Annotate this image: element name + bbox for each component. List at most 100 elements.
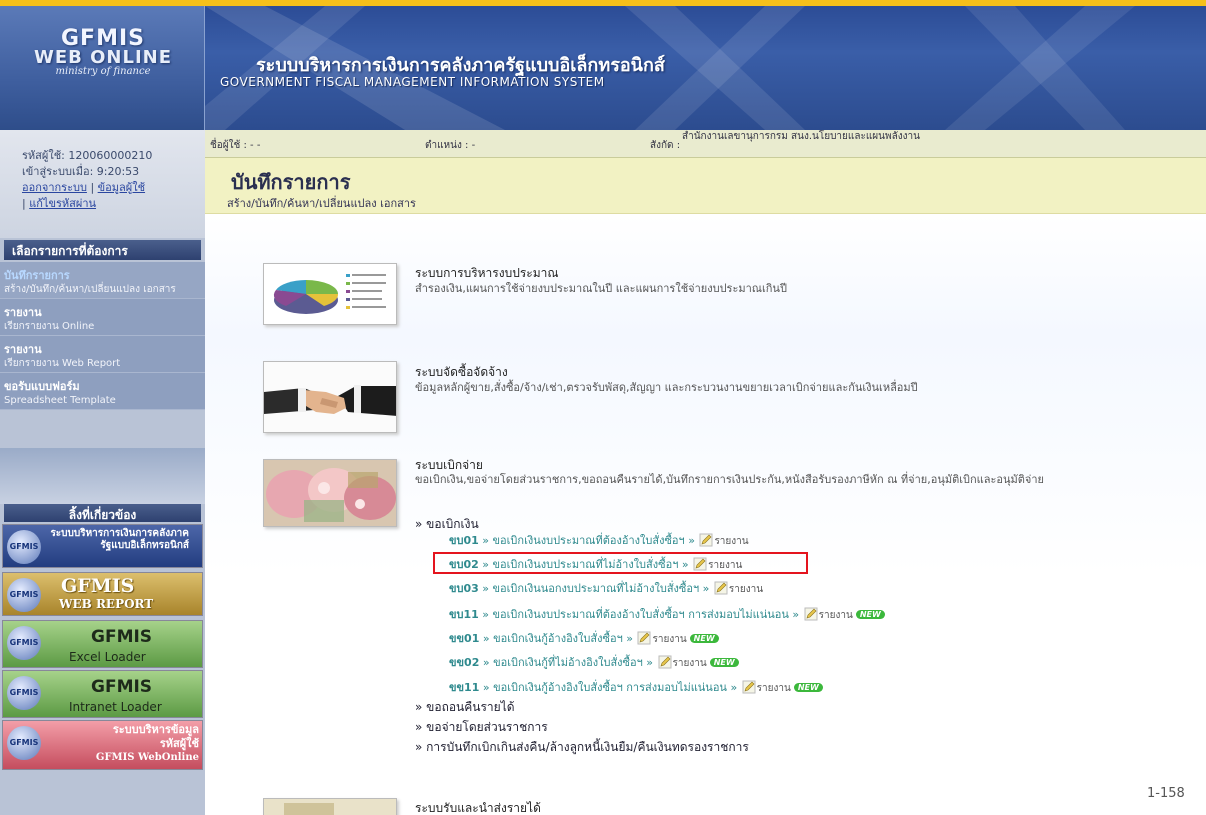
doc-code: ขบ11 [449,608,479,621]
gfmis-intranet-loader-banner[interactable]: GFMIS GFMIS Intranet Loader [2,670,203,718]
doc-code: ขข11 [449,681,480,694]
sidebar-item-record[interactable]: บันทึกรายการ สร้าง/บันทึก/ค้นหา/เปลี่ยนแ… [0,262,205,299]
main-content: บันทึกรายการ สร้าง/บันทึก/ค้นหา/เปลี่ยนแ… [205,158,1206,815]
procurement-system-thumbnail[interactable] [263,361,397,433]
new-badge-icon: NEW [855,610,885,619]
gfmis-emblem-icon: GFMIS [7,726,41,760]
budget-system-thumbnail[interactable] [263,263,397,325]
handshake-icon [264,362,396,432]
report-link[interactable]: รายงาน [714,536,748,547]
banner-label-line: GFMIS WebOnline [95,752,199,763]
link-kb03[interactable]: ขบ03 » ขอเบิกเงินนอกงบประมาณที่ไม่อ้างใบ… [449,579,763,597]
related-links-header: ลิ้งที่เกี่ยวข้อง [4,504,201,522]
sidebar-spacer [0,448,205,504]
banner-label-line: รหัสผู้ใช้ [159,737,199,750]
report-link[interactable]: รายงาน [652,634,686,645]
sidebar-item-title: ขอรับแบบฟอร์ม [4,380,80,393]
sidebar-menu: บันทึกรายการ สร้าง/บันทึก/ค้นหา/เปลี่ยนแ… [0,262,205,410]
sidebar-item-report-web[interactable]: รายงาน เรียกรายงาน Web Report [0,336,205,373]
sidebar-item-sub: สร้าง/บันทึก/ค้นหา/เปลี่ยนแปลง เอกสาร [4,284,176,295]
revenue-image-icon [264,799,396,815]
banner-label: Excel Loader [69,650,146,664]
edit-pencil-icon[interactable] [714,581,728,595]
agency-payment-link[interactable]: » ขอจ่ายโดยส่วนราชการ [415,718,548,737]
gfmis-emblem-icon: GFMIS [7,676,41,710]
page-subtitle: สร้าง/บันทึก/ค้นหา/เปลี่ยนแปลง เอกสาร [227,197,416,210]
gfmis-excel-loader-banner[interactable]: GFMIS GFMIS Excel Loader [2,620,203,668]
user-position-field: ตำแหน่ง : - [425,140,476,151]
system-title-english: GOVERNMENT FISCAL MANAGEMENT INFORMATION… [220,75,605,89]
doc-code: ขข01 [449,632,480,645]
link-kb01[interactable]: ขบ01 » ขอเบิกเงินงบประมาณที่ต้องอ้างใบสั… [449,531,749,549]
link-kk01[interactable]: ขข01 » ขอเบิกเงินกู้อ้างอิงใบสั่งซื้อฯ »… [449,629,719,647]
edit-pencil-icon[interactable] [742,680,756,694]
session-info: รหัสผู้ใช้: 120060000210 เข้าสู่ระบบเมื่… [0,130,205,238]
logout-link[interactable]: ออกจากระบบ [22,181,87,194]
sidebar: รหัสผู้ใช้: 120060000210 เข้าสู่ระบบเมื่… [0,130,205,815]
revenue-refund-link[interactable]: » ขอถอนคืนรายได้ [415,698,515,717]
logo-line-2: WEB ONLINE [33,47,173,68]
gfmis-emblem-icon: GFMIS [7,530,41,564]
change-password-link[interactable]: แก้ไขรหัสผ่าน [29,197,96,210]
banner-label-line: ระบบบริหารข้อมูล [112,723,199,736]
sidebar-item-title: บันทึกรายการ [4,269,70,282]
link-kk02[interactable]: ขข02 » ขอเบิกเงินกู้ที่ไม่อ้างอิงใบสั่งซ… [449,653,739,671]
disbursement-system-thumbnail[interactable] [263,459,397,527]
user-info-strip: ชื่อผู้ใช้ : - - ตำแหน่ง : - สังกัด : สำ… [205,130,1206,158]
doc-desc: » ขอเบิกเงินงบประมาณที่ต้องอ้างใบสั่งซื้… [478,608,803,621]
new-badge-icon: NEW [689,634,719,643]
pie-chart-icon [264,264,396,324]
edit-pencil-icon[interactable] [637,631,651,645]
report-link[interactable]: รายงาน [757,683,791,694]
gfmis-system-banner[interactable]: GFMIS ระบบบริหารการเงินการคลังภาครัฐแบบอ… [2,524,203,568]
edit-pencil-icon[interactable] [804,607,818,621]
gfmis-web-report-banner[interactable]: GFMIS GFMIS WEB REPORT [2,572,203,616]
sidebar-item-report-online[interactable]: รายงาน เรียกรายงาน Online [0,299,205,336]
sidebar-item-form-template[interactable]: ขอรับแบบฟอร์ม Spreadsheet Template [0,373,205,410]
app-header: GFMIS WEB ONLINE ministry of finance ระบ… [0,0,1206,130]
banner-label: GFMIS [91,677,153,697]
page-number: 1-158 [1147,786,1185,801]
report-link[interactable]: รายงาน [729,584,763,595]
user-info-link[interactable]: ข้อมูลผู้ใช้ [98,181,145,194]
banner-label: ระบบบริหารข้อมูล รหัสผู้ใช้ GFMIS WebOnl… [49,723,199,765]
doc-desc: » ขอเบิกเงินกู้ที่ไม่อ้างอิงใบสั่งซื้อฯ … [479,656,657,669]
highlight-box [433,552,808,574]
report-link[interactable]: รายงาน [819,610,853,621]
banner-label: Intranet Loader [69,700,162,714]
menu-header: เลือกรายการที่ต้องการ [4,240,201,260]
flower-money-icon [264,460,396,526]
doc-desc: » ขอเบิกเงินกู้อ้างอิงใบสั่งซื้อฯ » [479,632,637,645]
user-org-label: สังกัด : [650,140,681,151]
sidebar-item-sub: เรียกรายงาน Online [4,321,95,332]
doc-desc: » ขอเบิกเงินงบประมาณที่ต้องอ้างใบสั่งซื้… [478,534,699,547]
banner-label: WEB REPORT [59,597,154,611]
page-header: บันทึกรายการ สร้าง/บันทึก/ค้นหา/เปลี่ยนแ… [205,158,1206,214]
gfmis-logo[interactable]: GFMIS WEB ONLINE ministry of finance [0,6,205,130]
disbursement-system-desc: ขอเบิกเงิน,ขอจ่ายโดยส่วนราชการ,ขอถอนคืนร… [415,473,1044,486]
procurement-system-desc: ข้อมูลหลักผู้ขาย,สั่งซื้อ/จ้าง/เช่า,ตรวจ… [415,381,918,394]
link-kk11[interactable]: ขข11 » ขอเบิกเงินกู้อ้างอิงใบสั่งซื้อฯ ก… [449,678,823,696]
link-kb11[interactable]: ขบ11 » ขอเบิกเงินงบประมาณที่ต้องอ้างใบสั… [449,605,885,623]
overpayment-record-link[interactable]: » การบันทึกเบิกเกินส่งคืน/ล้างลูกหนี้เงิ… [415,738,749,757]
revenue-system-title[interactable]: ระบบรับและนำส่งรายได้ [415,799,541,815]
user-org-value: สำนักงานเลขานุการกรม สนง.นโยบายและแผนพลั… [682,131,920,142]
edit-pencil-icon[interactable] [699,533,713,547]
login-time: เข้าสู่ระบบเมื่อ: 9:20:53 [22,165,140,178]
banner-label: ระบบบริหารการเงินการคลังภาครัฐแบบอิเล็กท… [50,528,189,551]
sidebar-item-title: รายงาน [4,306,42,319]
sidebar-item-sub: Spreadsheet Template [4,395,116,406]
banner-label: GFMIS [61,575,135,597]
report-link[interactable]: รายงาน [673,658,707,669]
doc-desc: » ขอเบิกเงินนอกงบประมาณที่ไม่อ้างใบสั่งซ… [478,582,713,595]
edit-pencil-icon[interactable] [658,655,672,669]
gfmis-user-management-banner[interactable]: GFMIS ระบบบริหารข้อมูล รหัสผู้ใช้ GFMIS … [2,720,203,770]
user-id: รหัสผู้ใช้: 120060000210 [22,149,153,162]
banner-label: GFMIS [91,627,153,647]
sidebar-item-sub: เรียกรายงาน Web Report [4,358,121,369]
sidebar-item-title: รายงาน [4,343,42,356]
revenue-system-thumbnail[interactable] [263,798,397,815]
doc-code: ขข02 [449,656,480,669]
doc-code: ขบ01 [449,534,479,547]
doc-desc: » ขอเบิกเงินกู้อ้างอิงใบสั่งซื้อฯ การส่ง… [479,681,741,694]
